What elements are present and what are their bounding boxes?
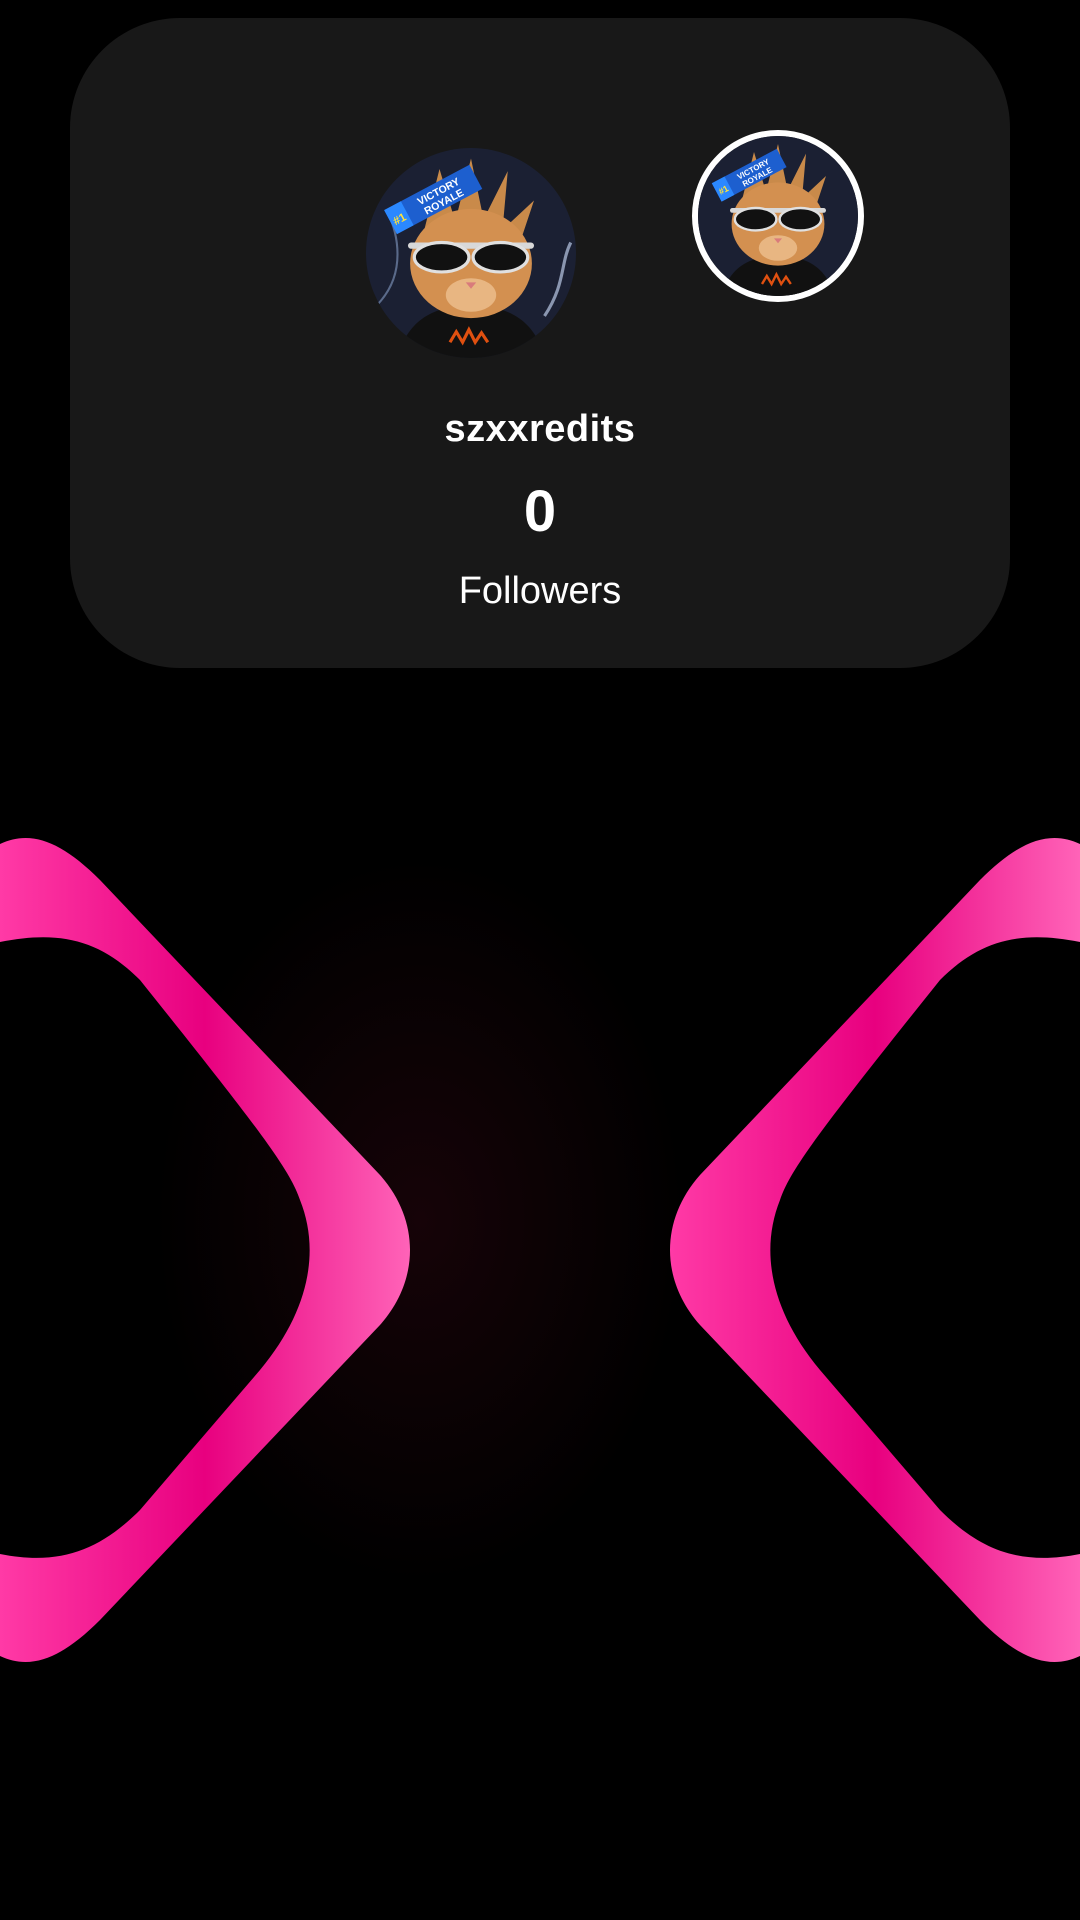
follower-count-label: Followers [458, 570, 622, 612]
cat-sunglasses-avatar-icon: #1 VICTORY ROYALE [366, 148, 576, 358]
cat-sunglasses-avatar-icon: #1 VICTORY ROYALE [698, 136, 858, 296]
profile-avatar-small: #1 VICTORY ROYALE [692, 130, 864, 302]
wallpaper-background [0, 700, 1080, 1920]
username-label: szxxredits [444, 408, 636, 450]
profile-avatar: #1 VICTORY ROYALE [366, 148, 576, 358]
follower-count: 0 [523, 479, 557, 544]
